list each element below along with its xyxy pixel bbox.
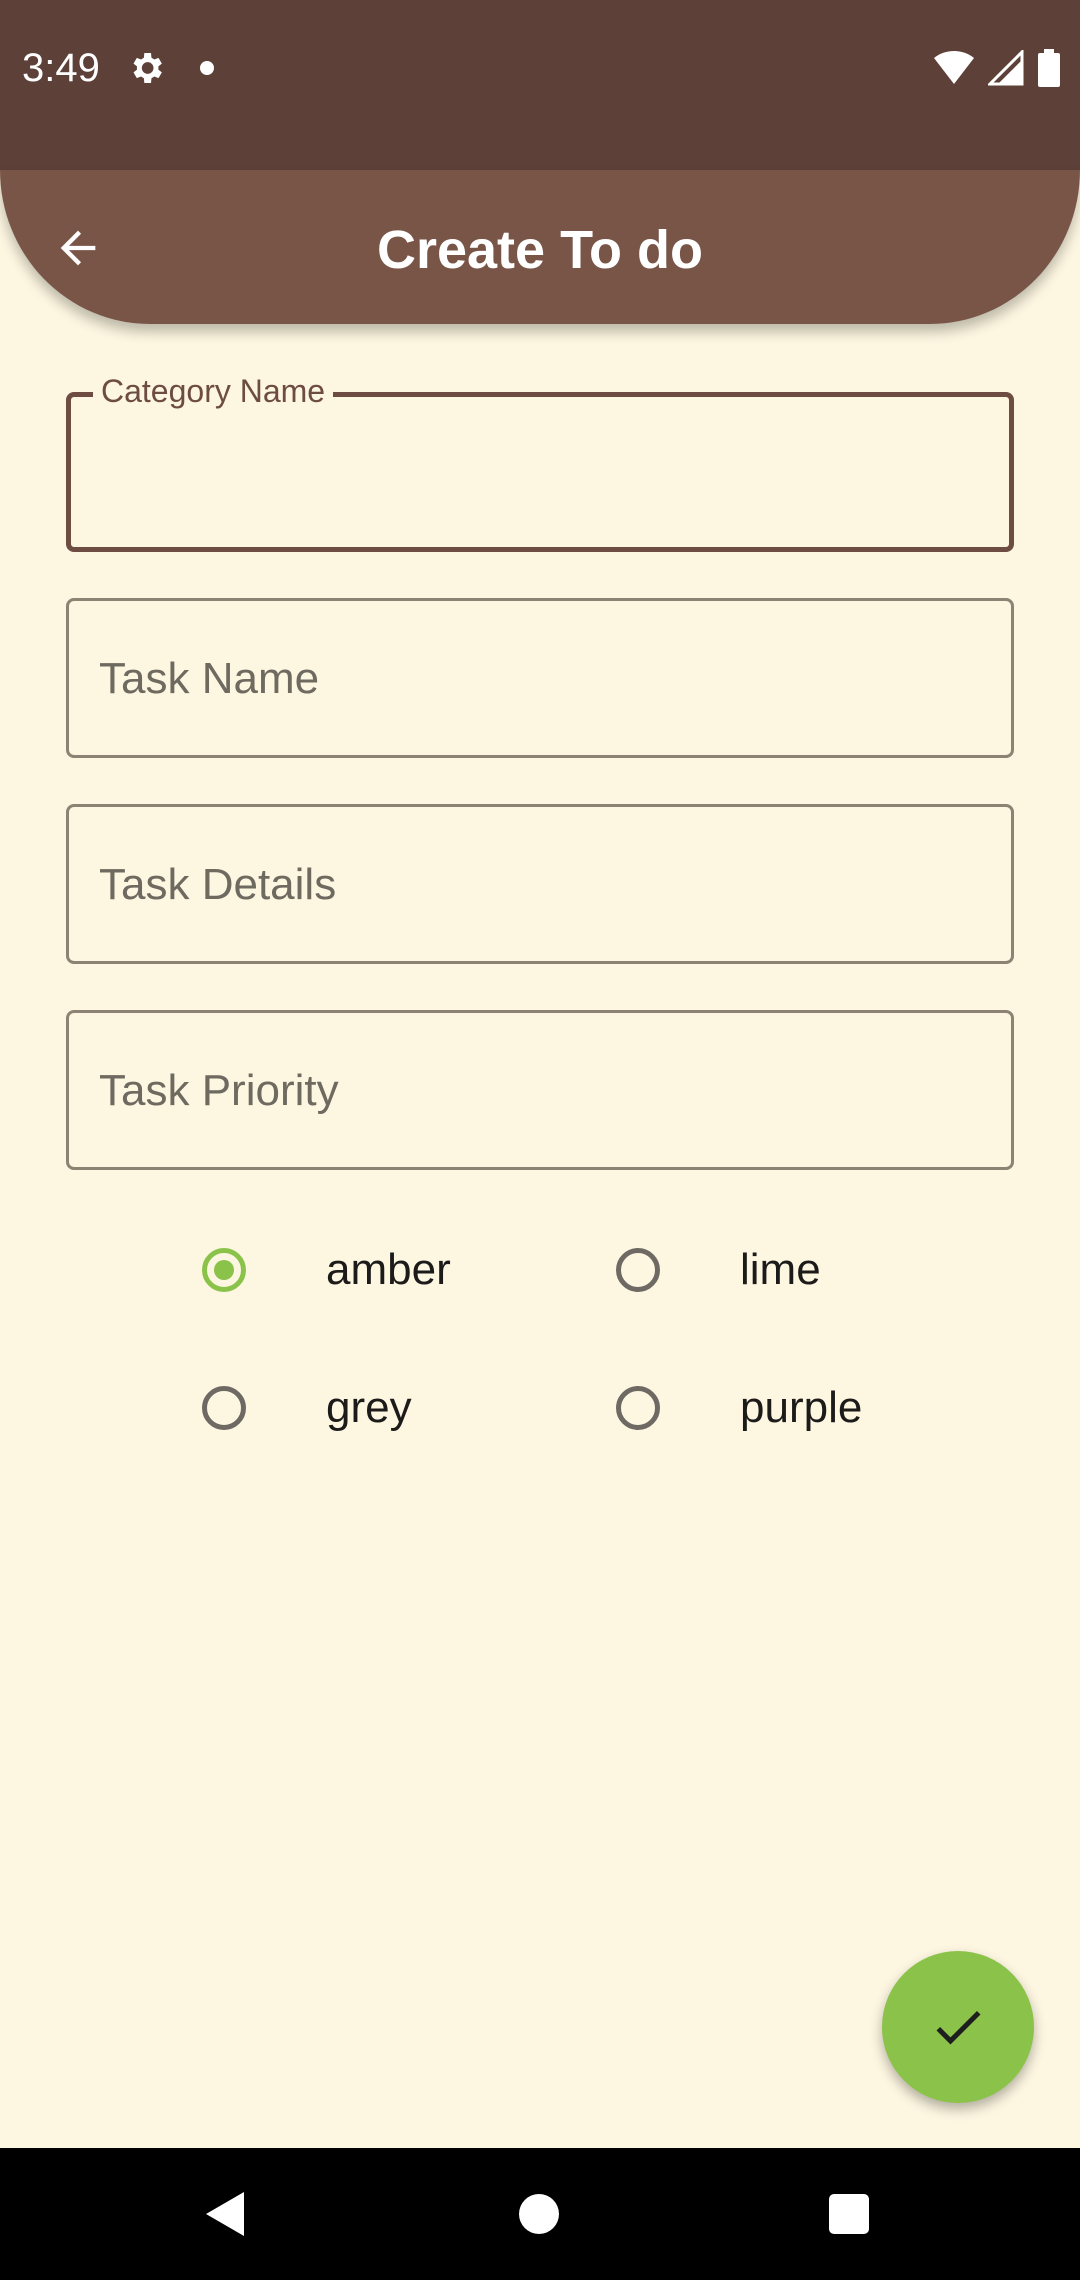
category-name-label: Category Name <box>93 371 334 411</box>
radio-label-purple: purple <box>740 1383 863 1432</box>
task-priority-field[interactable]: Task Priority <box>66 1010 1014 1170</box>
status-bar: 3:49 <box>0 0 1080 170</box>
nav-back-icon[interactable] <box>204 2190 248 2238</box>
notification-dot-icon <box>200 61 214 75</box>
radio-label-amber: amber <box>326 1245 451 1294</box>
task-name-placeholder: Task Name <box>99 654 320 703</box>
radio-lime[interactable]: lime <box>616 1220 821 1320</box>
status-icons <box>934 46 1060 90</box>
save-fab-button[interactable] <box>882 1951 1034 2103</box>
radio-button-selected[interactable] <box>202 1248 246 1292</box>
page-title: Create To do <box>376 220 704 280</box>
radio-button[interactable] <box>202 1386 246 1430</box>
system-nav-bar <box>0 2148 1080 2280</box>
nav-home-icon[interactable] <box>519 2194 559 2234</box>
radio-button[interactable] <box>616 1248 660 1292</box>
gear-icon <box>133 53 162 83</box>
radio-label-grey: grey <box>326 1383 412 1432</box>
radio-grey[interactable]: grey <box>202 1358 412 1458</box>
radio-button[interactable] <box>616 1386 660 1430</box>
category-name-field[interactable]: Category Name <box>66 371 1014 552</box>
nav-recents-icon[interactable] <box>829 2194 869 2234</box>
wifi-icon <box>934 50 974 84</box>
radio-label-lime: lime <box>740 1245 821 1294</box>
task-priority-placeholder: Task Priority <box>99 1066 339 1115</box>
battery-icon <box>1038 49 1060 87</box>
status-time: 3:49 <box>22 46 100 90</box>
app-bar: Create To do <box>0 170 1080 324</box>
task-name-field[interactable]: Task Name <box>66 598 1014 758</box>
check-icon <box>936 2010 981 2045</box>
task-details-field[interactable]: Task Details <box>66 804 1014 964</box>
radio-purple[interactable]: purple <box>616 1358 862 1458</box>
task-details-placeholder: Task Details <box>99 860 337 909</box>
cell-signal-icon <box>988 50 1024 86</box>
radio-amber[interactable]: amber <box>202 1220 451 1320</box>
